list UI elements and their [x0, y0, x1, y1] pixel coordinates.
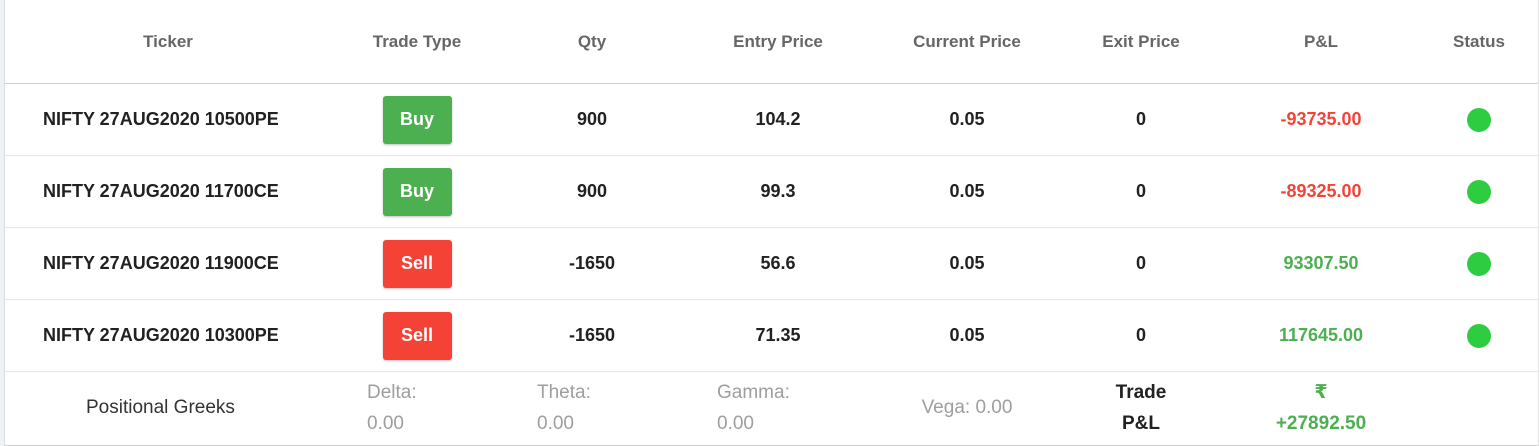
status-cell	[1419, 84, 1539, 155]
header-entry-price: Entry Price	[733, 31, 823, 51]
delta-cell: Delta: 0.00	[331, 372, 503, 444]
theta-label: Theta:	[537, 382, 591, 403]
entry-price-cell: 99.3	[760, 181, 796, 201]
trade-pnl-label-cell: Trade P&L	[1059, 372, 1223, 444]
gamma-value: 0.00	[717, 413, 754, 434]
sell-button[interactable]: Sell	[382, 239, 452, 288]
header-pnl: P&L	[1304, 31, 1338, 51]
trade-pnl-label-line1: Trade	[1115, 382, 1167, 403]
current-price-cell: 0.05	[949, 253, 985, 273]
header-trade-type: Trade Type	[372, 31, 462, 51]
buy-button[interactable]: Buy	[382, 95, 452, 144]
status-cell	[1419, 228, 1539, 299]
table-row: NIFTY 27AUG2020 11900CE Sell -1650 56.6 …	[5, 228, 1538, 300]
status-active-indicator	[1467, 179, 1491, 204]
status-cell	[1419, 300, 1539, 371]
qty-cell: 900	[576, 181, 608, 201]
exit-price-cell: 0	[1135, 253, 1146, 273]
header-ticker: Ticker	[143, 31, 193, 51]
delta-label: Delta:	[367, 382, 417, 403]
status-cell	[1419, 156, 1539, 227]
pnl-cell: 93307.50	[1283, 253, 1359, 273]
gamma-cell: Gamma: 0.00	[681, 372, 875, 444]
current-price-cell: 0.05	[949, 181, 985, 201]
current-price-cell: 0.05	[949, 325, 985, 345]
table-row: NIFTY 27AUG2020 10300PE Sell -1650 71.35…	[5, 300, 1538, 372]
trade-type-cell: Buy	[331, 84, 503, 155]
header-qty: Qty	[577, 31, 607, 51]
trade-pnl-value-cell: ₹ +27892.50	[1223, 372, 1419, 444]
header-current-price: Current Price	[913, 31, 1021, 51]
positional-greeks-label: Positional Greeks	[86, 397, 235, 418]
qty-cell: 900	[576, 109, 608, 129]
qty-cell: -1650	[568, 325, 616, 345]
status-active-indicator	[1467, 323, 1491, 348]
entry-price-cell: 104.2	[755, 109, 801, 129]
current-price-cell: 0.05	[949, 109, 985, 129]
exit-price-cell: 0	[1135, 109, 1146, 129]
entry-price-cell: 56.6	[760, 253, 796, 273]
trade-type-cell: Sell	[331, 228, 503, 299]
status-active-indicator	[1467, 251, 1491, 276]
positional-greeks-row: Positional Greeks Delta: 0.00 Theta: 0.0…	[5, 372, 1538, 444]
ticker-cell: NIFTY 27AUG2020 10300PE	[43, 325, 279, 345]
vega-cell: Vega: 0.00	[921, 397, 1013, 418]
buy-button[interactable]: Buy	[382, 167, 452, 216]
positions-table-panel: Ticker Trade Type Qty Entry Price Curren…	[4, 0, 1539, 446]
table-row: NIFTY 27AUG2020 11700CE Buy 900 99.3 0.0…	[5, 156, 1538, 228]
status-active-indicator	[1467, 107, 1491, 132]
header-status: Status	[1453, 31, 1505, 51]
sell-button[interactable]: Sell	[382, 311, 452, 360]
pnl-cell: -93735.00	[1280, 109, 1362, 129]
footer-empty-cell	[1419, 372, 1539, 444]
table-header-row: Ticker Trade Type Qty Entry Price Curren…	[5, 0, 1538, 84]
qty-cell: -1650	[568, 253, 616, 273]
table-row: NIFTY 27AUG2020 10500PE Buy 900 104.2 0.…	[5, 84, 1538, 156]
entry-price-cell: 71.35	[755, 325, 801, 345]
rupee-icon: ₹	[1314, 382, 1328, 403]
trade-pnl-label-line2: P&L	[1121, 413, 1160, 434]
exit-price-cell: 0	[1135, 325, 1146, 345]
pnl-cell: -89325.00	[1280, 181, 1362, 201]
exit-price-cell: 0	[1135, 181, 1146, 201]
trade-pnl-value: +27892.50	[1275, 413, 1367, 434]
theta-value: 0.00	[537, 413, 574, 434]
theta-cell: Theta: 0.00	[503, 372, 681, 444]
pnl-cell: 117645.00	[1278, 325, 1364, 345]
delta-value: 0.00	[367, 413, 404, 434]
header-exit-price: Exit Price	[1102, 31, 1180, 51]
gamma-label: Gamma:	[717, 382, 790, 403]
trade-type-cell: Buy	[331, 156, 503, 227]
ticker-cell: NIFTY 27AUG2020 10500PE	[43, 109, 279, 129]
ticker-cell: NIFTY 27AUG2020 11900CE	[43, 253, 279, 273]
ticker-cell: NIFTY 27AUG2020 11700CE	[43, 181, 279, 201]
trade-type-cell: Sell	[331, 300, 503, 371]
